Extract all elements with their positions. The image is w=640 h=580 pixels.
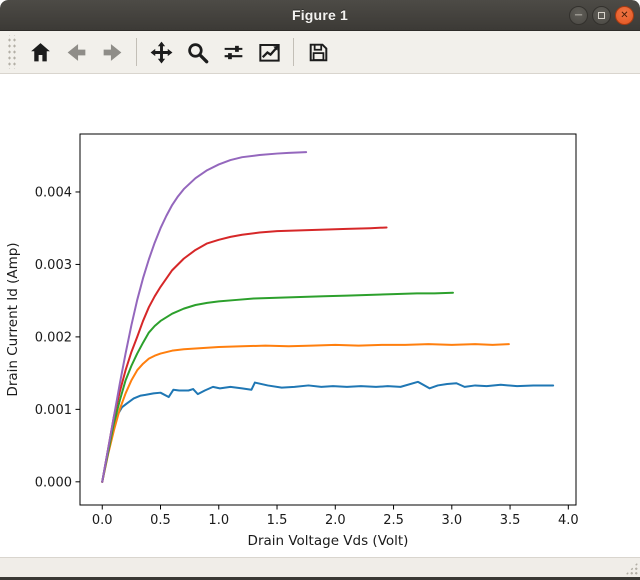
maximize-icon	[598, 12, 605, 19]
y-tick-label: 0.003	[35, 258, 72, 273]
y-axis-label: Drain Current Id (Amp)	[5, 242, 21, 396]
back-arrow-icon	[67, 43, 85, 61]
forward-button[interactable]	[97, 36, 127, 68]
toolbar-drag-handle[interactable]	[6, 35, 16, 69]
x-tick-label: 1.5	[267, 513, 288, 528]
x-axis-label: Drain Voltage Vds (Volt)	[248, 533, 409, 549]
x-tick-label: 0.0	[92, 513, 113, 528]
edit-parameters-button[interactable]	[254, 36, 284, 68]
resize-grip[interactable]	[625, 562, 638, 575]
figure-window: Figure 1 ─ ✕ 0.0 0.5 1.0 1.5 2.0 2.5 3.0…	[0, 0, 640, 580]
pan-arrows-icon	[150, 41, 172, 63]
x-tick-label: 3.5	[500, 513, 521, 528]
navigation-toolbar	[0, 31, 640, 74]
floppy-disk-icon	[309, 43, 327, 61]
toolbar-separator	[136, 38, 137, 66]
magnifier-icon	[187, 42, 208, 63]
window-title: Figure 1	[291, 7, 349, 23]
forward-arrow-icon	[103, 43, 121, 61]
titlebar[interactable]: Figure 1 ─ ✕	[0, 0, 640, 31]
statusbar	[0, 557, 640, 577]
y-tick-label: 0.000	[35, 475, 72, 490]
home-icon	[30, 42, 50, 61]
y-tick-label: 0.002	[35, 330, 72, 345]
line-graph-icon	[258, 43, 280, 62]
zoom-button[interactable]	[182, 36, 212, 68]
save-button[interactable]	[303, 36, 333, 68]
toolbar-separator	[293, 38, 294, 66]
x-tick-label: 2.5	[383, 513, 404, 528]
sliders-icon	[224, 45, 242, 59]
close-icon: ✕	[620, 9, 629, 21]
minimize-button[interactable]: ─	[569, 6, 588, 25]
y-tick-label: 0.004	[35, 185, 72, 200]
x-tick-label: 4.0	[558, 513, 579, 528]
window-controls: ─ ✕	[569, 0, 634, 31]
pan-button[interactable]	[146, 36, 176, 68]
figure-canvas[interactable]: 0.0 0.5 1.0 1.5 2.0 2.5 3.0 3.5 4.0 0.000 0.001 0.0…	[0, 74, 640, 557]
home-button[interactable]	[25, 36, 55, 68]
minimize-icon: ─	[574, 9, 583, 21]
close-button[interactable]: ✕	[615, 6, 634, 25]
x-tick-label: 3.0	[441, 513, 462, 528]
back-button[interactable]	[61, 36, 91, 68]
x-tick-label: 2.0	[325, 513, 346, 528]
maximize-button[interactable]	[592, 6, 611, 25]
x-tick-label: 1.0	[208, 513, 229, 528]
x-tick-label: 0.5	[150, 513, 171, 528]
chart-svg: 0.0 0.5 1.0 1.5 2.0 2.5 3.0 3.5 4.0 0.000 0.001 0.0…	[5, 133, 579, 549]
y-tick-label: 0.001	[35, 403, 72, 418]
configure-subplots-button[interactable]	[218, 36, 248, 68]
